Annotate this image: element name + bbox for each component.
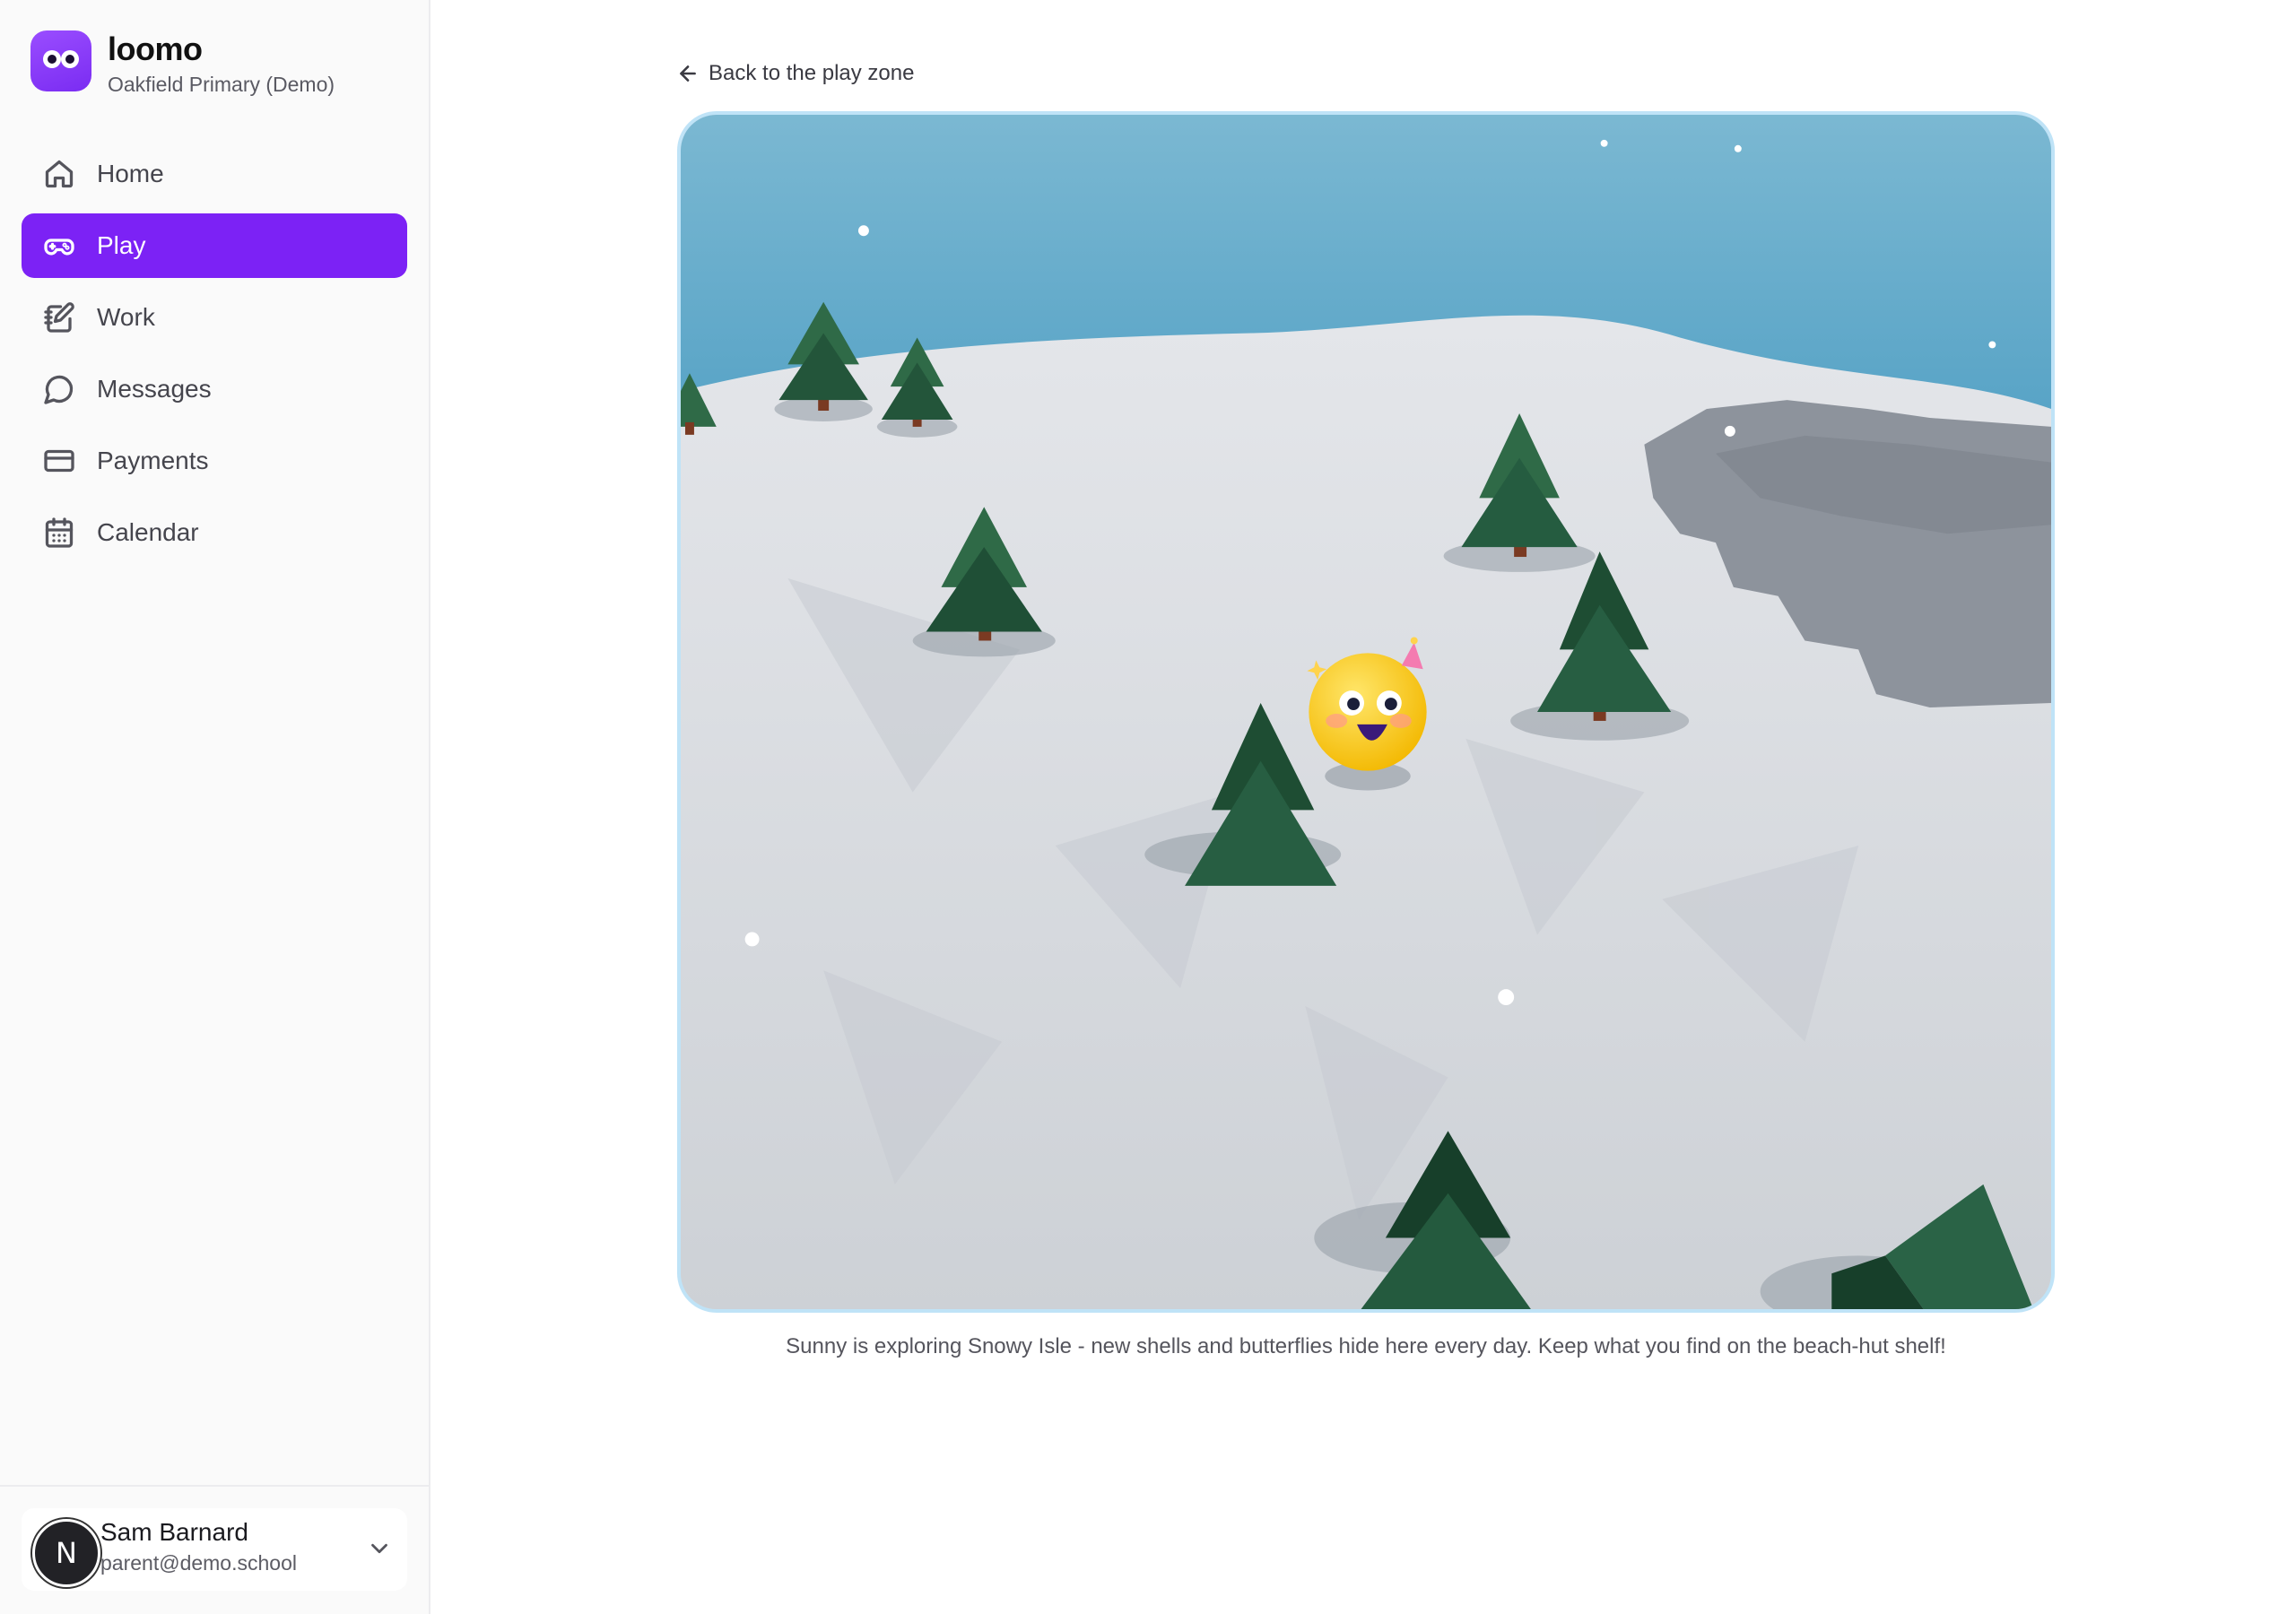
sidebar-item-label: Home: [97, 160, 164, 187]
snowy-isle-scene: [681, 115, 2051, 1309]
back-to-play-zone-link[interactable]: Back to the play zone: [676, 61, 914, 86]
sidebar-item-label: Calendar: [97, 518, 199, 546]
avatar: N: [32, 1519, 100, 1587]
sidebar: loomo Oakfield Primary (Demo) Home Play …: [0, 0, 430, 1614]
sidebar-item-label: Payments: [97, 447, 209, 474]
game-caption: Sunny is exploring Snowy Isle - new shel…: [786, 1334, 1946, 1358]
gamepad-icon: [43, 230, 75, 262]
sidebar-item-label: Work: [97, 303, 155, 331]
sidebar-item-calendar[interactable]: Calendar: [22, 500, 407, 565]
message-circle-icon: [43, 373, 75, 405]
back-link-label: Back to the play zone: [709, 61, 915, 85]
school-name: Oakfield Primary (Demo): [108, 73, 335, 96]
sidebar-item-home[interactable]: Home: [22, 142, 407, 206]
credit-card-icon: [43, 445, 75, 477]
brand-name: loomo: [108, 30, 203, 67]
arrow-left-icon: [680, 65, 696, 82]
user-menu-button[interactable]: N Sam Barnard parent@demo.school: [22, 1508, 407, 1591]
calendar-icon: [43, 516, 75, 549]
user-name: Sam Barnard: [100, 1518, 248, 1546]
sidebar-item-payments[interactable]: Payments: [22, 429, 407, 493]
sidebar-item-work[interactable]: Work: [22, 285, 407, 350]
loomo-logo-icon: [30, 30, 91, 91]
chevron-down-icon: [366, 1535, 393, 1562]
sidebar-item-label: Play: [97, 231, 146, 259]
home-icon: [43, 158, 75, 190]
sidebar-item-play[interactable]: Play: [22, 213, 407, 278]
sidebar-nav: Home Play Work Messages Payments Calenda…: [22, 142, 407, 572]
brand[interactable]: loomo Oakfield Primary (Demo): [30, 30, 335, 97]
notebook-pen-icon: [43, 301, 75, 334]
sidebar-item-messages[interactable]: Messages: [22, 357, 407, 421]
sidebar-item-label: Messages: [97, 375, 212, 403]
game-canvas[interactable]: [677, 111, 2055, 1313]
user-email: parent@demo.school: [100, 1551, 297, 1575]
user-area: N Sam Barnard parent@demo.school: [0, 1485, 429, 1614]
